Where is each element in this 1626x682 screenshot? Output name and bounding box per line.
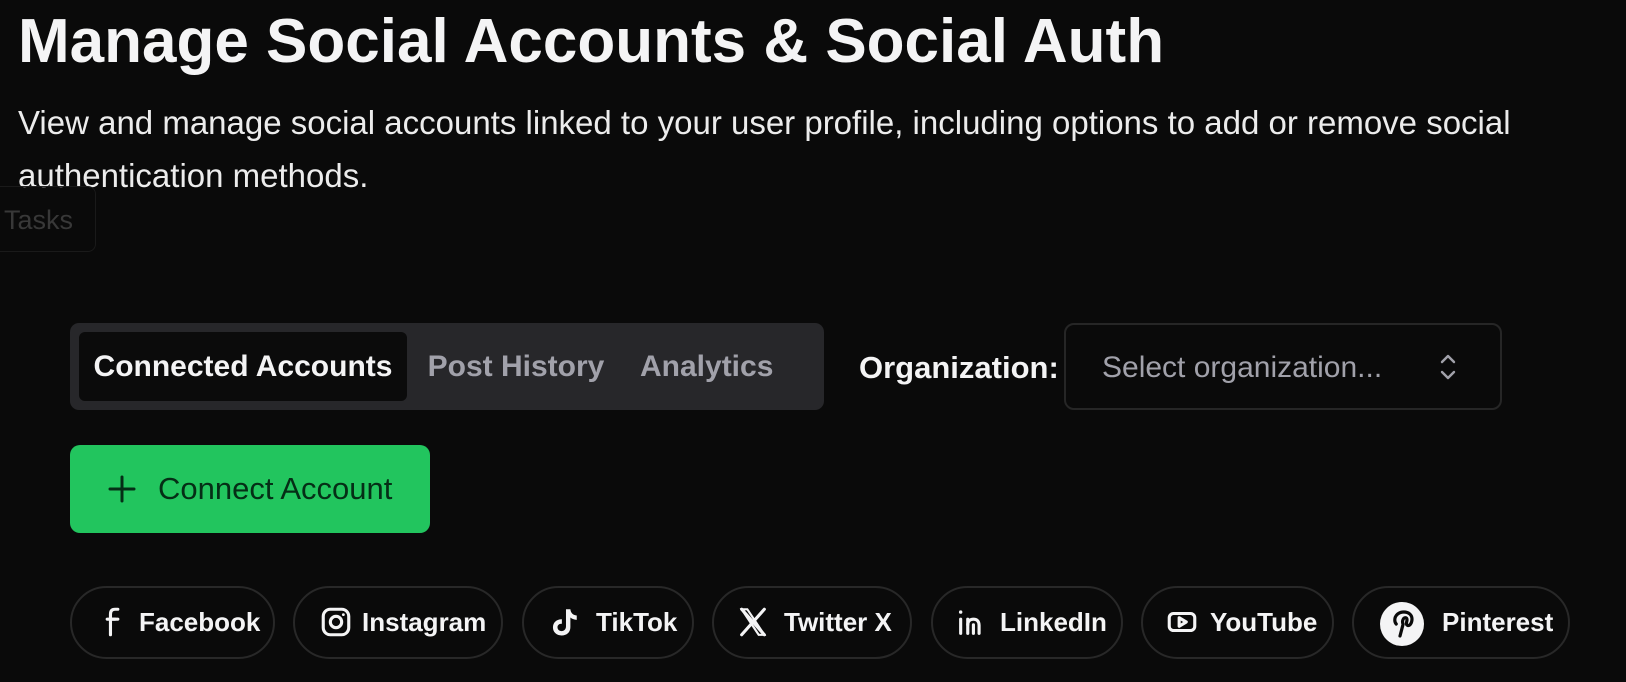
twitter-x-label: Twitter X	[784, 607, 892, 637]
organization-label: Organization:	[859, 350, 1059, 385]
facebook-icon	[105, 607, 120, 637]
linkedin-label: LinkedIn	[1000, 607, 1107, 637]
twitter-x-account-button[interactable]: Twitter X	[712, 586, 912, 659]
plus-icon	[108, 475, 136, 503]
youtube-icon	[1167, 611, 1197, 633]
background-tasks-tab: Tasks	[0, 186, 96, 252]
chevron-up-down-icon	[1440, 354, 1456, 380]
organization-select-placeholder: Select organization...	[1102, 351, 1383, 384]
youtube-account-button[interactable]: YouTube	[1141, 586, 1334, 659]
page-title: Manage Social Accounts & Social Auth	[18, 7, 1165, 76]
tiktok-label: TikTok	[596, 607, 678, 637]
page-description: View and manage social accounts linked t…	[18, 104, 1511, 194]
facebook-label: Facebook	[139, 607, 261, 637]
instagram-label: Instagram	[362, 607, 487, 637]
tiktok-account-button[interactable]: TikTok	[522, 586, 694, 659]
tab-connected-accounts[interactable]: Connected Accounts	[79, 332, 407, 401]
tab-post-history[interactable]: Post History	[426, 332, 606, 401]
x-icon	[739, 607, 767, 637]
linkedin-icon	[958, 610, 981, 635]
account-tabs: Connected Accounts Post History Analytic…	[70, 323, 824, 410]
facebook-account-button[interactable]: Facebook	[70, 586, 275, 659]
instagram-icon	[321, 607, 351, 637]
tiktok-icon	[552, 609, 577, 636]
pinterest-account-button[interactable]: Pinterest	[1352, 586, 1570, 659]
youtube-label: YouTube	[1210, 607, 1318, 637]
linkedin-account-button[interactable]: LinkedIn	[931, 586, 1123, 659]
background-tasks-label: Tasks	[4, 205, 74, 235]
connect-account-button[interactable]: Connect Account	[70, 445, 430, 533]
pinterest-icon	[1380, 602, 1424, 646]
pinterest-label: Pinterest	[1442, 607, 1554, 637]
tab-analytics[interactable]: Analytics	[640, 332, 773, 401]
social-accounts-page: Manage Social Accounts & Social Auth Vie…	[0, 0, 1626, 682]
organization-select[interactable]: Select organization...	[1064, 323, 1502, 410]
instagram-account-button[interactable]: Instagram	[293, 586, 503, 659]
connect-account-label: Connect Account	[158, 471, 393, 506]
